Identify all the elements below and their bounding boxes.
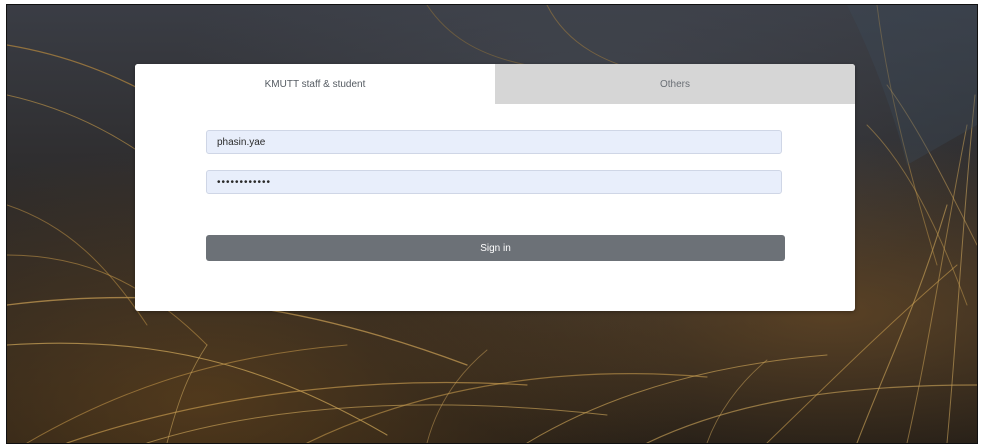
login-card: KMUTT staff & student Others Sign in — [135, 64, 855, 311]
sign-in-button-label: Sign in — [480, 242, 511, 254]
tab-kmutt-staff-student[interactable]: KMUTT staff & student — [135, 64, 495, 104]
tab-others[interactable]: Others — [495, 64, 855, 104]
sign-in-button[interactable]: Sign in — [206, 235, 785, 261]
username-input[interactable] — [206, 130, 782, 154]
login-page-background: KMUTT staff & student Others Sign in — [6, 4, 978, 444]
tab-kmutt-staff-student-label: KMUTT staff & student — [264, 78, 366, 90]
login-tabs: KMUTT staff & student Others — [135, 64, 855, 104]
tab-others-label: Others — [659, 78, 690, 90]
password-input[interactable] — [206, 170, 782, 194]
